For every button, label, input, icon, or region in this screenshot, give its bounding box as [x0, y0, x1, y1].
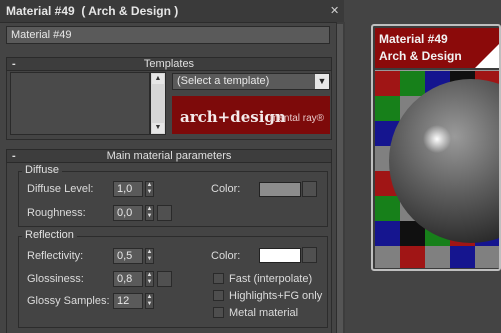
preview-sphere-render	[375, 71, 499, 268]
diffuse-level-label: Diffuse Level:	[27, 183, 94, 195]
diffuse-color-swatch[interactable]	[259, 182, 301, 197]
glossiness-label: Glossiness:	[27, 273, 84, 285]
reflectivity-label: Reflectivity:	[27, 250, 84, 262]
diffuse-color-label: Color:	[211, 183, 241, 195]
glossiness-input[interactable]: 0,8	[113, 271, 143, 287]
window-title: Material #49 ( Arch & Design )	[6, 4, 179, 18]
material-name-field[interactable]: Material #49	[6, 26, 330, 44]
preview-header-corner	[475, 44, 499, 68]
preview-header: Material #49 Arch & Design	[375, 28, 499, 68]
chevron-down-icon[interactable]: ▼	[315, 74, 329, 89]
panel-scroll-thumb[interactable]	[337, 24, 343, 333]
fast-interpolate-checkbox[interactable]	[213, 273, 224, 284]
scroll-down-icon[interactable]: ▼	[152, 123, 164, 133]
main-params-header-label: Main material parameters	[106, 150, 232, 162]
reflection-color-map-button[interactable]	[302, 247, 317, 263]
roughness-label: Roughness:	[27, 207, 86, 219]
template-preview-list[interactable]	[10, 72, 150, 135]
roughness-map-button[interactable]	[157, 205, 172, 221]
fast-interpolate-label: Fast (interpolate)	[229, 273, 313, 285]
highlights-fg-label: Highlights+FG only	[229, 290, 323, 302]
roughness-spinner[interactable]: ▲ ▼	[145, 205, 154, 221]
reflection-color-label: Color:	[211, 250, 241, 262]
highlights-fg-checkbox[interactable]	[213, 290, 224, 301]
main-params-rollout-header[interactable]: - Main material parameters	[6, 149, 332, 163]
reflectivity-input[interactable]: 0,5	[113, 248, 143, 264]
collapse-icon: -	[12, 150, 16, 162]
reflectivity-spinner[interactable]: ▲ ▼	[145, 248, 154, 264]
collapse-icon: -	[12, 58, 16, 70]
diffuse-level-input[interactable]: 1,0	[113, 181, 143, 197]
scroll-up-icon[interactable]: ▲	[152, 74, 164, 84]
template-list-scrollbar[interactable]: ▲ ▼	[150, 72, 166, 135]
reflection-color-swatch[interactable]	[259, 248, 301, 263]
roughness-input[interactable]: 0,0	[113, 205, 143, 221]
material-editor-panel: Material #49 ( Arch & Design ) ✕ Materia…	[0, 0, 345, 333]
glossiness-spinner[interactable]: ▲ ▼	[145, 271, 154, 287]
templates-header-label: Templates	[143, 58, 195, 70]
glossy-samples-spinner[interactable]: ▲ ▼	[145, 293, 154, 309]
metal-material-checkbox[interactable]	[213, 307, 224, 318]
material-preview-image	[375, 70, 499, 268]
diffuse-group-title: Diffuse	[22, 164, 63, 176]
templates-rollout-header[interactable]: - Templates	[6, 57, 332, 71]
metal-material-label: Metal material	[229, 307, 299, 319]
close-icon[interactable]: ✕	[330, 4, 339, 17]
glossiness-map-button[interactable]	[157, 271, 172, 287]
title-bar: Material #49 ( Arch & Design ) ✕	[0, 0, 344, 23]
glossy-samples-label: Glossy Samples:	[27, 295, 110, 307]
diffuse-color-map-button[interactable]	[302, 181, 317, 197]
arch-design-logo: arch+design mental ray®	[172, 96, 330, 134]
glossy-samples-input[interactable]: 12	[113, 293, 143, 309]
material-preview-window[interactable]: Material #49 Arch & Design	[371, 24, 501, 271]
diffuse-level-spinner[interactable]: ▲ ▼	[145, 181, 154, 197]
template-dropdown[interactable]: (Select a template) ▼	[172, 73, 330, 90]
logo-sub-text: mental ray®	[270, 113, 325, 124]
template-dropdown-value: (Select a template)	[177, 75, 270, 87]
reflection-group-title: Reflection	[22, 229, 77, 241]
